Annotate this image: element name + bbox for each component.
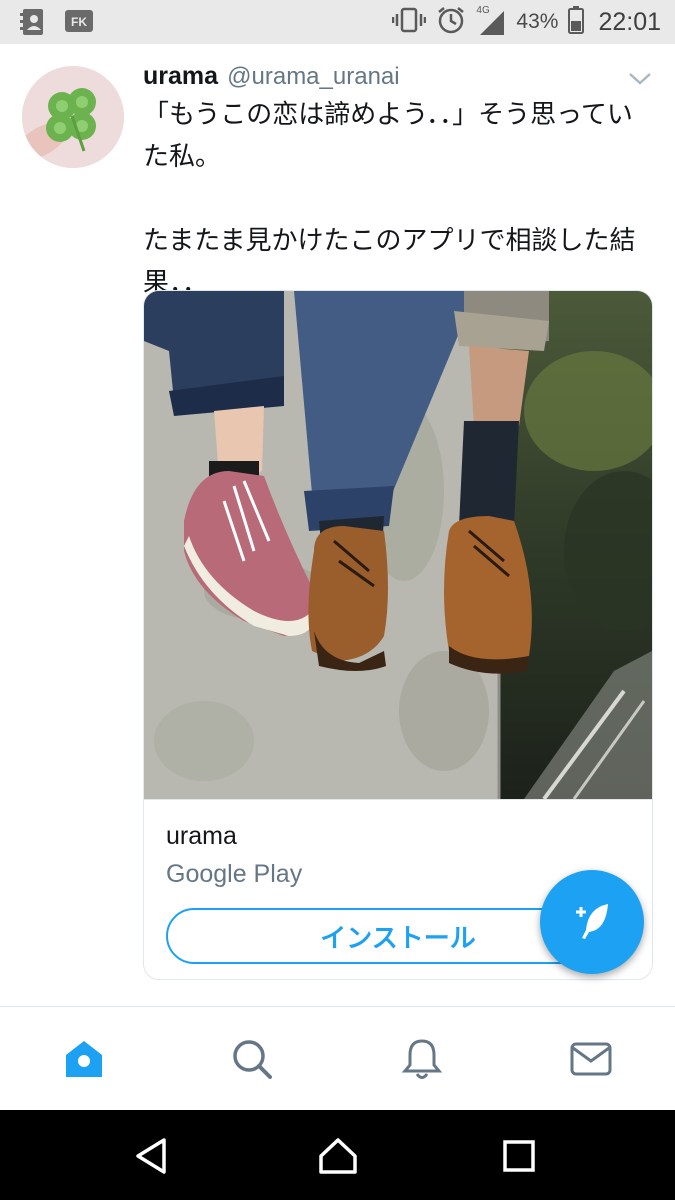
compose-feather-icon bbox=[568, 896, 616, 948]
chevron-down-icon[interactable] bbox=[627, 70, 653, 88]
signal-icon: 4G bbox=[476, 5, 506, 37]
compose-tweet-button[interactable] bbox=[540, 870, 644, 974]
vibrate-icon bbox=[392, 6, 427, 38]
recents-icon[interactable] bbox=[497, 1134, 541, 1178]
tweet-header: urama @urama_uranai bbox=[143, 62, 400, 91]
search-icon[interactable] bbox=[230, 1037, 274, 1081]
card-image[interactable] bbox=[144, 291, 652, 801]
home-nav-icon[interactable] bbox=[316, 1134, 360, 1178]
card-title[interactable]: urama bbox=[166, 822, 237, 851]
card-source: Google Play bbox=[166, 860, 303, 888]
status-bar: FK 4G 43% 22:01 bbox=[0, 0, 675, 44]
tweet[interactable]: urama @urama_uranai 「もうこの恋は諦めよう．．」そう思ってい… bbox=[0, 44, 675, 1006]
back-icon[interactable] bbox=[130, 1134, 174, 1178]
avatar[interactable] bbox=[22, 66, 124, 168]
battery-icon bbox=[568, 6, 585, 38]
alarm-icon bbox=[436, 5, 466, 39]
fk-app-icon: FK bbox=[64, 8, 94, 40]
tweet-text: 「もうこの恋は諦めよう．．」そう思っていた私。 たまたま見かけたこのアプリで相談… bbox=[143, 100, 636, 298]
notifications-icon[interactable] bbox=[400, 1037, 444, 1081]
author-handle[interactable]: @urama_uranai bbox=[227, 63, 399, 90]
author-name[interactable]: urama bbox=[143, 62, 218, 90]
battery-percent: 43% bbox=[516, 10, 559, 33]
home-icon[interactable] bbox=[62, 1037, 106, 1081]
contacts-icon bbox=[20, 8, 46, 40]
svg-text:FK: FK bbox=[71, 15, 87, 29]
messages-icon[interactable] bbox=[569, 1037, 613, 1081]
clock: 22:01 bbox=[598, 7, 661, 36]
system-nav-bar bbox=[0, 1110, 675, 1200]
bottom-nav bbox=[0, 1006, 675, 1111]
